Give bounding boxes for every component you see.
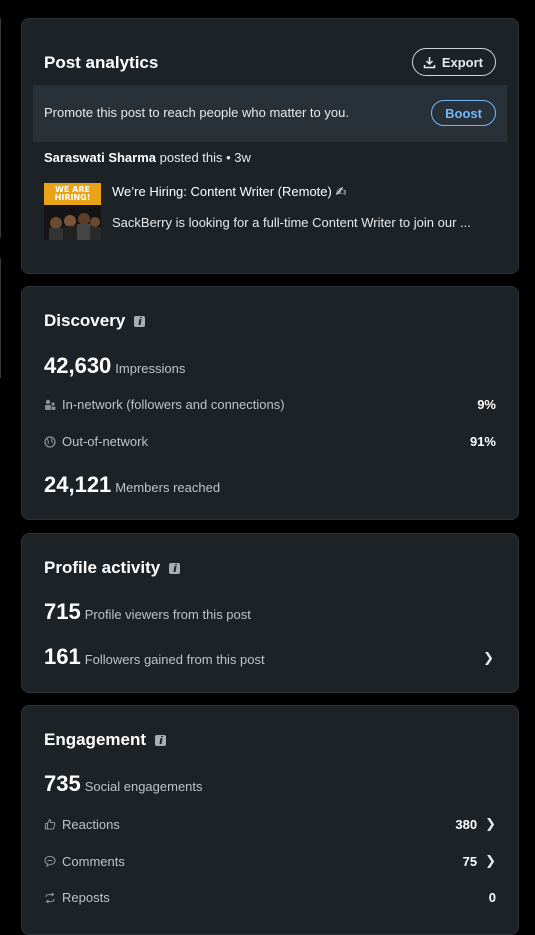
globe-icon xyxy=(44,435,56,448)
social-engagements-metric: 735 Social engagements xyxy=(44,771,203,797)
post-thumbnail[interactable]: WE ARE HIRING! xyxy=(44,183,101,240)
card-title: Engagement xyxy=(44,730,167,750)
left-edge-line xyxy=(0,258,1,378)
reposts-row: Reposts 0 xyxy=(44,890,496,905)
out-network-label: Out-of-network xyxy=(62,434,148,449)
out-network-row: Out-of-network 91% xyxy=(44,434,496,449)
posted-suffix: posted this • 3w xyxy=(159,150,251,165)
engagement-title: Engagement xyxy=(44,730,147,749)
in-network-row: In-network (followers and connections) 9… xyxy=(44,397,496,412)
social-engagements-value: 735 xyxy=(44,771,81,796)
profile-activity-card: Profile activity 715 Profile viewers fro… xyxy=(21,533,519,693)
post-author-line: Saraswati Sharma posted this • 3w xyxy=(44,150,251,165)
followers-gained-metric[interactable]: 161 Followers gained from this post xyxy=(44,644,265,670)
export-button[interactable]: Export xyxy=(411,48,496,76)
discovery-card: Discovery 42,630 Impressions In-network … xyxy=(21,286,519,520)
info-icon[interactable] xyxy=(134,315,146,327)
thumbnail-text: WE ARE HIRING! xyxy=(54,185,91,202)
reactions-label: Reactions xyxy=(62,816,120,832)
reactions-row[interactable]: Reactions 380 ❯ xyxy=(44,816,496,832)
post-analytics-card: Post analytics Export Promote this post … xyxy=(21,18,519,274)
chevron-right-icon[interactable]: ❯ xyxy=(483,650,494,666)
out-network-value: 91% xyxy=(469,434,496,449)
download-icon xyxy=(423,56,436,68)
promote-text: Promote this post to reach people who ma… xyxy=(44,105,349,120)
post-title[interactable]: We’re Hiring: Content Writer (Remote) ✍ xyxy=(112,184,346,200)
social-engagements-label: Social engagements xyxy=(84,779,203,794)
comments-label: Comments xyxy=(62,853,125,869)
followers-gained-label: Followers gained from this post xyxy=(84,652,265,667)
discovery-title: Discovery xyxy=(44,311,126,330)
author-name[interactable]: Saraswati Sharma xyxy=(44,150,156,165)
info-icon[interactable] xyxy=(155,734,167,746)
left-edge-line xyxy=(0,18,1,238)
people-icon xyxy=(44,399,56,411)
profile-viewers-label: Profile viewers from this post xyxy=(84,607,251,622)
impressions-label: Impressions xyxy=(115,361,186,376)
comments-value: 75 xyxy=(462,853,478,869)
members-reached-value: 24,121 xyxy=(44,472,112,497)
reactions-value: 380 xyxy=(455,816,478,832)
members-reached-label: Members reached xyxy=(115,480,221,495)
impressions-value: 42,630 xyxy=(44,353,112,378)
in-network-value: 9% xyxy=(477,397,496,412)
promote-banner: Promote this post to reach people who ma… xyxy=(33,85,507,142)
info-icon[interactable] xyxy=(169,562,181,574)
impressions-metric: 42,630 Impressions xyxy=(44,353,185,379)
card-title: Profile activity xyxy=(44,558,181,578)
thumbs-up-icon xyxy=(44,818,56,830)
comment-icon xyxy=(44,855,56,867)
boost-button[interactable]: Boost xyxy=(431,100,496,126)
followers-gained-value: 161 xyxy=(44,644,81,669)
profile-viewers-value: 715 xyxy=(44,599,81,624)
card-title: Discovery xyxy=(44,311,146,331)
chevron-right-icon[interactable]: ❯ xyxy=(485,853,496,869)
chevron-right-icon[interactable]: ❯ xyxy=(485,816,496,832)
export-label: Export xyxy=(441,54,483,70)
card-title: Post analytics xyxy=(44,53,159,72)
profile-viewers-metric: 715 Profile viewers from this post xyxy=(44,599,251,625)
post-excerpt[interactable]: SackBerry is looking for a full-time Con… xyxy=(112,215,471,230)
profile-activity-title: Profile activity xyxy=(44,558,161,577)
repost-icon xyxy=(44,892,56,904)
comments-row[interactable]: Comments 75 ❯ xyxy=(44,853,496,869)
in-network-label: In-network (followers and connections) xyxy=(62,397,285,412)
engagement-card: Engagement 735 Social engagements Reacti… xyxy=(21,705,519,935)
reposts-value: 0 xyxy=(488,890,496,905)
members-reached-metric: 24,121 Members reached xyxy=(44,472,220,498)
reposts-label: Reposts xyxy=(62,890,110,905)
